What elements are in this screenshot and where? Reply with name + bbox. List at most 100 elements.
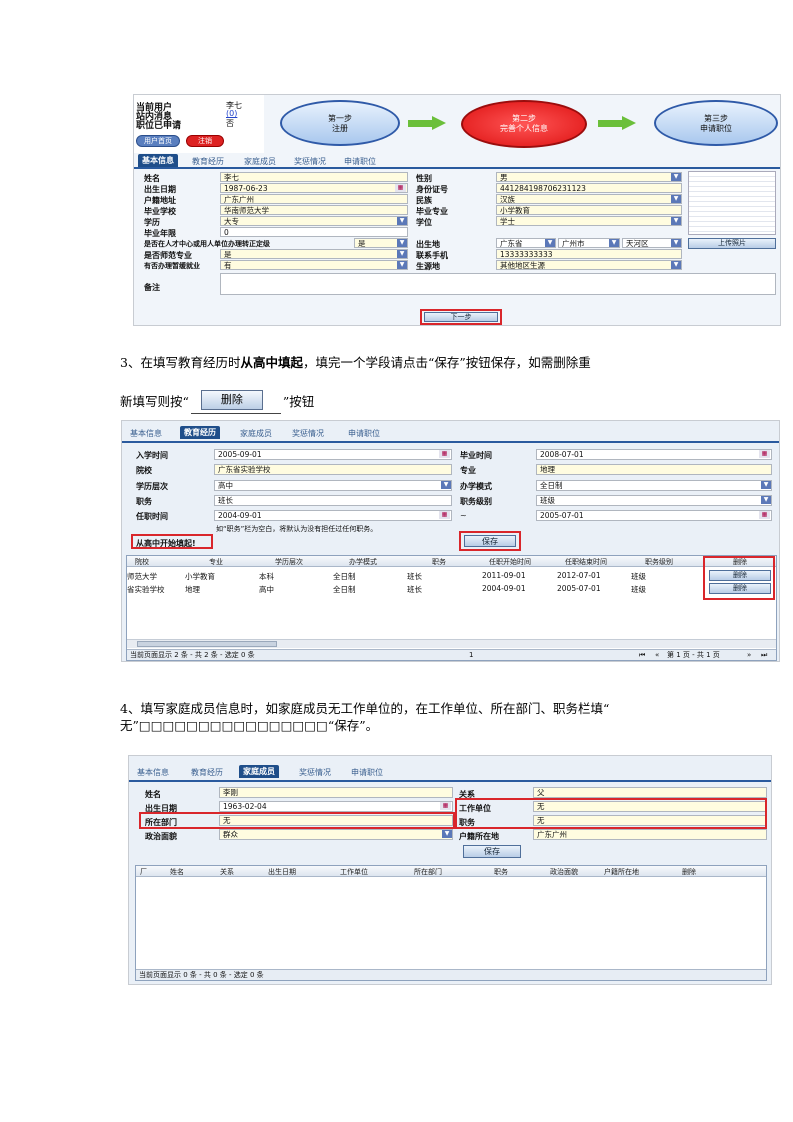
tab-education[interactable]: 教育经历 [191, 767, 223, 778]
label-grad-date: 毕业时间 [460, 451, 492, 460]
school-field[interactable]: 华南师范大学 [220, 205, 408, 215]
origin-select[interactable]: 其他地区生源 ▼ [496, 260, 682, 270]
label-school: 毕业学校 [144, 207, 176, 216]
photo-preview [688, 171, 776, 235]
messages-link[interactable]: (0) [226, 109, 237, 118]
pager: 当前页面显示 2 条 - 共 2 条 - 选定 0 条 1 ⏮ « 第 1 页 … [127, 649, 776, 660]
calendar-icon[interactable]: ▦ [759, 511, 770, 519]
calendar-icon[interactable]: ▦ [759, 450, 770, 458]
province-select[interactable]: 广东省 ▼ [496, 238, 556, 248]
major-field[interactable]: 小学教育 [496, 205, 682, 215]
regularization-select[interactable]: 是 ▼ [354, 238, 408, 248]
label-school: 院校 [136, 466, 152, 475]
gender-select[interactable]: 男 ▼ [496, 172, 682, 182]
position-field[interactable]: 班长 [214, 495, 452, 506]
tab-apply[interactable]: 申请职位 [348, 428, 380, 439]
tenure-start-field[interactable]: 2004-09-01 ▦ [214, 510, 452, 521]
major-field[interactable]: 地理 [536, 464, 772, 475]
position-hint: 如“职务”栏为空白，将默认为没有担任过任何职务。 [216, 525, 378, 533]
highlight-delete-column [703, 556, 775, 600]
tab-family[interactable]: 家庭成员 [239, 765, 279, 778]
degree-select[interactable]: 学士 ▼ [496, 216, 682, 226]
chevron-down-icon: ▼ [609, 239, 619, 247]
education-select[interactable]: 大专 ▼ [220, 216, 408, 226]
position-level-select[interactable]: 班级 ▼ [536, 495, 772, 506]
tenure-end-field[interactable]: 2005-07-01 ▦ [536, 510, 772, 521]
logout-button[interactable]: 注销 [186, 135, 224, 147]
delete-button-sample: 删除 [190, 388, 281, 414]
label-grad-years: 毕业年限 [144, 229, 176, 238]
label-remarks: 备注 [144, 283, 160, 292]
member-birthdate-field[interactable]: 1963-02-04 ▦ [219, 801, 453, 812]
label-mode: 办学模式 [460, 482, 492, 491]
tab-apply[interactable]: 申请职位 [351, 767, 383, 778]
tab-awards[interactable]: 奖惩情况 [299, 767, 331, 778]
label-name: 姓名 [144, 174, 160, 183]
highlight-save-button [459, 531, 521, 551]
label-position: 职务 [136, 497, 152, 506]
chevron-down-icon: ▼ [671, 173, 681, 181]
pager-summary: 当前页面显示 2 条 - 共 2 条 - 选定 0 条 [130, 651, 255, 659]
calendar-icon[interactable]: ▦ [439, 450, 450, 458]
tab-awards[interactable]: 奖惩情况 [294, 156, 326, 167]
relation-field[interactable]: 父 [533, 787, 767, 798]
chevron-down-icon: ▼ [397, 261, 407, 269]
table-row: 师范大学 小学教育 本科 全日制 班长 2011-09-01 2012-07-0… [127, 569, 776, 582]
pager-page-info: 第 1 页 - 共 1 页 [667, 651, 720, 659]
chevron-down-icon: ▼ [671, 217, 681, 225]
label-position-level: 职务级别 [460, 497, 492, 506]
tab-basic-info[interactable]: 基本信息 [130, 428, 162, 439]
label-gender: 性别 [416, 174, 432, 183]
grad-years-field[interactable]: 0 [220, 227, 408, 237]
calendar-icon[interactable]: ▦ [395, 184, 406, 192]
applied-value: 否 [226, 119, 234, 128]
save-button[interactable]: 保存 [463, 845, 521, 858]
pager-prev-icon[interactable]: « [655, 650, 659, 660]
tab-awards[interactable]: 奖惩情况 [292, 428, 324, 439]
district-select[interactable]: 天河区 ▼ [622, 238, 682, 248]
calendar-icon[interactable]: ▦ [440, 802, 451, 810]
calendar-icon[interactable]: ▦ [439, 511, 450, 519]
enroll-date-field[interactable]: 2005-09-01 ▦ [214, 449, 452, 460]
city-select[interactable]: 广州市 ▼ [558, 238, 620, 248]
birthdate-field[interactable]: 1987-06-23 ▦ [220, 183, 408, 193]
member-name-field[interactable]: 李刚 [219, 787, 453, 798]
pager-next-icon[interactable]: » [747, 650, 751, 660]
tab-basic-info[interactable]: 基本信息 [138, 154, 178, 167]
phone-field[interactable]: 13333333333 [496, 249, 682, 259]
table-row: 省实验学校 地理 高中 全日制 班长 2004-09-01 2005-07-01… [127, 582, 776, 595]
address-field[interactable]: 广东广州 [220, 194, 408, 204]
education-table: 院校 专业 学历层次 办学模式 职务 任职开始时间 任职结束时间 职务级别 删除… [126, 555, 777, 661]
tab-apply[interactable]: 申请职位 [344, 156, 376, 167]
ethnicity-select[interactable]: 汉族 ▼ [496, 194, 682, 204]
tab-family[interactable]: 家庭成员 [240, 428, 272, 439]
upload-photo-button[interactable]: 上传照片 [688, 238, 776, 249]
select-all-checkbox[interactable]: 厂 [140, 867, 147, 877]
tab-education[interactable]: 教育经历 [192, 156, 224, 167]
highlight-start-note [131, 534, 213, 549]
name-field[interactable]: 李七 [220, 172, 408, 182]
grad-date-field[interactable]: 2008-07-01 ▦ [536, 449, 772, 460]
tab-family[interactable]: 家庭成员 [244, 156, 276, 167]
tab-education[interactable]: 教育经历 [180, 426, 220, 439]
mode-select[interactable]: 全日制 ▼ [536, 480, 772, 491]
homepage-button[interactable]: 用户首页 [136, 135, 180, 147]
tab-bar: 基本信息 教育经历 家庭成员 奖惩情况 申请职位 [129, 762, 771, 782]
horizontal-scrollbar[interactable] [127, 639, 776, 648]
step-arrow-1 [408, 116, 446, 130]
deferred-select[interactable]: 有 ▼ [220, 260, 408, 270]
label-birthplace: 出生地 [416, 240, 440, 249]
label-id-number: 身份证号 [416, 185, 448, 194]
political-status-select[interactable]: 群众 ▼ [219, 829, 453, 840]
level-select[interactable]: 高中 ▼ [214, 480, 452, 491]
label-origin: 生源地 [416, 262, 440, 271]
tab-basic-info[interactable]: 基本信息 [137, 767, 169, 778]
hukou-field[interactable]: 广东广州 [533, 829, 767, 840]
id-number-field[interactable]: 441284198706231123 [496, 183, 682, 193]
remarks-field[interactable] [220, 273, 776, 295]
pager-last-icon[interactable]: ⏭ [761, 650, 767, 660]
normal-major-select[interactable]: 是 ▼ [220, 249, 408, 259]
pager-first-icon[interactable]: ⏮ [639, 650, 645, 660]
school-field[interactable]: 广东省实验学校 [214, 464, 452, 475]
chevron-down-icon: ▼ [671, 239, 681, 247]
